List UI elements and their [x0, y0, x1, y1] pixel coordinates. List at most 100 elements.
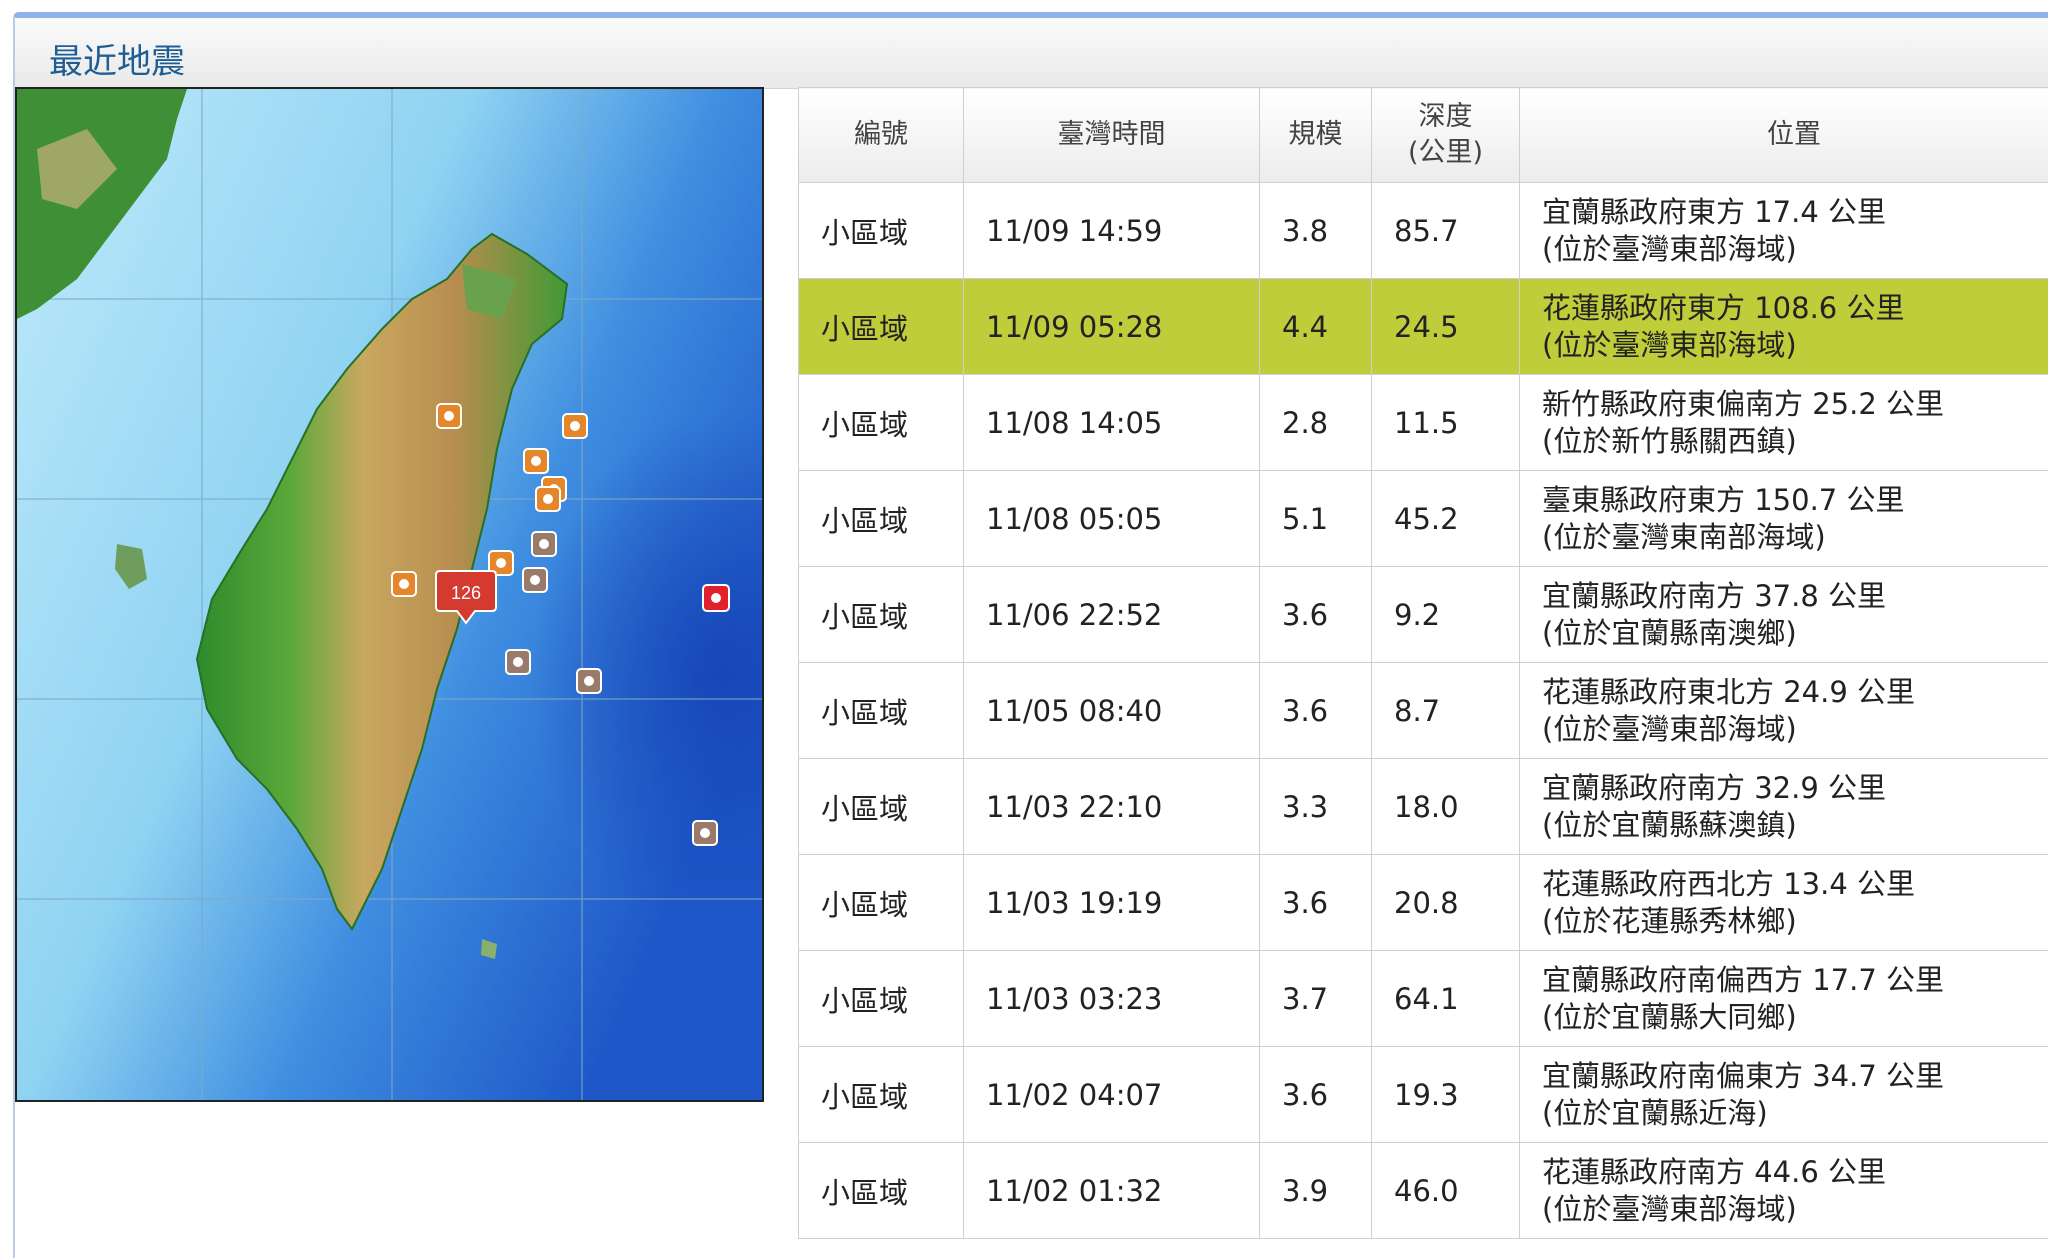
location-region: (位於花蓮縣秀林鄉) — [1542, 903, 2048, 940]
table-row[interactable]: 小區域11/08 05:055.145.2臺東縣政府東方 150.7 公里(位於… — [799, 471, 2048, 567]
table-row[interactable]: 小區域11/02 04:073.619.3宜蘭縣政府南偏東方 34.7 公里(位… — [799, 1047, 2048, 1143]
earthquake-marker[interactable] — [523, 568, 547, 592]
table-body: 小區域11/09 14:593.885.7宜蘭縣政府東方 17.4 公里(位於臺… — [799, 183, 2048, 1239]
cell-depth: 45.2 — [1372, 471, 1520, 567]
cell-location: 花蓮縣政府東北方 24.9 公里(位於臺灣東部海域) — [1520, 663, 2048, 759]
cell-time: 11/08 05:05 — [964, 471, 1260, 567]
table-row[interactable]: 小區域11/03 19:193.620.8花蓮縣政府西北方 13.4 公里(位於… — [799, 855, 2048, 951]
cell-type: 小區域 — [799, 1143, 964, 1239]
earthquake-marker[interactable] — [577, 669, 601, 693]
cell-magnitude: 3.8 — [1260, 183, 1372, 279]
cell-type: 小區域 — [799, 567, 964, 663]
cell-time: 11/03 19:19 — [964, 855, 1260, 951]
location-description: 宜蘭縣政府南方 32.9 公里 — [1542, 770, 2048, 807]
cell-location: 新竹縣政府東偏南方 25.2 公里(位於新竹縣關西鎮) — [1520, 375, 2048, 471]
location-description: 花蓮縣政府西北方 13.4 公里 — [1542, 866, 2048, 903]
location-region: (位於臺灣東南部海域) — [1542, 519, 2048, 556]
location-description: 宜蘭縣政府東方 17.4 公里 — [1542, 194, 2048, 231]
table-row[interactable]: 小區域11/05 08:403.68.7花蓮縣政府東北方 24.9 公里(位於臺… — [799, 663, 2048, 759]
cell-depth: 24.5 — [1372, 279, 1520, 375]
map-canvas: 126 — [17, 89, 762, 1100]
location-region: (位於臺灣東部海域) — [1542, 231, 2048, 268]
cell-time: 11/02 01:32 — [964, 1143, 1260, 1239]
cell-time: 11/05 08:40 — [964, 663, 1260, 759]
cell-magnitude: 3.6 — [1260, 1047, 1372, 1143]
cell-type: 小區域 — [799, 183, 964, 279]
table-row[interactable]: 小區域11/06 22:523.69.2宜蘭縣政府南方 37.8 公里(位於宜蘭… — [799, 567, 2048, 663]
table-header-row: 編號 臺灣時間 規模 深度 (公里) 位置 — [799, 88, 2048, 183]
cell-depth: 9.2 — [1372, 567, 1520, 663]
earthquake-marker[interactable] — [563, 414, 587, 438]
badge-label: 126 — [451, 583, 481, 603]
table-row[interactable]: 小區域11/09 05:284.424.5花蓮縣政府東方 108.6 公里(位於… — [799, 279, 2048, 375]
cell-location: 花蓮縣政府東方 108.6 公里(位於臺灣東部海域) — [1520, 279, 2048, 375]
location-region: (位於臺灣東部海域) — [1542, 1191, 2048, 1228]
cell-magnitude: 2.8 — [1260, 375, 1372, 471]
location-region: (位於臺灣東部海域) — [1542, 327, 2048, 364]
cell-location: 宜蘭縣政府南偏東方 34.7 公里(位於宜蘭縣近海) — [1520, 1047, 2048, 1143]
table-row[interactable]: 小區域11/08 14:052.811.5新竹縣政府東偏南方 25.2 公里(位… — [799, 375, 2048, 471]
location-description: 花蓮縣政府東北方 24.9 公里 — [1542, 674, 2048, 711]
cell-depth: 18.0 — [1372, 759, 1520, 855]
table-row[interactable]: 小區域11/03 03:233.764.1宜蘭縣政府南偏西方 17.7 公里(位… — [799, 951, 2048, 1047]
location-description: 臺東縣政府東方 150.7 公里 — [1542, 482, 2048, 519]
cell-depth: 46.0 — [1372, 1143, 1520, 1239]
cell-time: 11/08 14:05 — [964, 375, 1260, 471]
cell-type: 小區域 — [799, 663, 964, 759]
cell-time: 11/03 03:23 — [964, 951, 1260, 1047]
cell-location: 花蓮縣政府南方 44.6 公里(位於臺灣東部海域) — [1520, 1143, 2048, 1239]
cell-type: 小區域 — [799, 951, 964, 1047]
earthquake-table: 編號 臺灣時間 規模 深度 (公里) 位置 小區域11/09 14:593.88… — [798, 87, 2048, 1239]
cell-depth: 85.7 — [1372, 183, 1520, 279]
header-depth-line1: 深度 — [1372, 99, 1519, 135]
cell-location: 宜蘭縣政府南偏西方 17.7 公里(位於宜蘭縣大同鄉) — [1520, 951, 2048, 1047]
cell-magnitude: 3.6 — [1260, 567, 1372, 663]
earthquake-marker[interactable] — [392, 572, 416, 596]
header-depth-line2: (公里) — [1372, 135, 1519, 171]
cell-magnitude: 3.6 — [1260, 663, 1372, 759]
location-description: 宜蘭縣政府南偏東方 34.7 公里 — [1542, 1058, 2048, 1095]
earthquake-map[interactable]: 126 — [15, 87, 764, 1102]
earthquake-marker[interactable] — [437, 404, 461, 428]
cell-location: 臺東縣政府東方 150.7 公里(位於臺灣東南部海域) — [1520, 471, 2048, 567]
earthquake-marker[interactable] — [693, 821, 717, 845]
location-region: (位於宜蘭縣近海) — [1542, 1095, 2048, 1132]
earthquake-marker[interactable] — [524, 449, 548, 473]
cell-depth: 11.5 — [1372, 375, 1520, 471]
cell-depth: 19.3 — [1372, 1047, 1520, 1143]
cell-type: 小區域 — [799, 855, 964, 951]
cell-type: 小區域 — [799, 375, 964, 471]
location-description: 花蓮縣政府南方 44.6 公里 — [1542, 1154, 2048, 1191]
header-id[interactable]: 編號 — [799, 88, 964, 183]
location-region: (位於臺灣東部海域) — [1542, 711, 2048, 748]
header-depth[interactable]: 深度 (公里) — [1372, 88, 1520, 183]
earthquake-marker[interactable] — [532, 532, 556, 556]
location-region: (位於宜蘭縣南澳鄉) — [1542, 615, 2048, 652]
cell-type: 小區域 — [799, 471, 964, 567]
panel-title: 最近地震 — [49, 34, 185, 83]
location-region: (位於新竹縣關西鎮) — [1542, 423, 2048, 460]
cell-depth: 8.7 — [1372, 663, 1520, 759]
cell-time: 11/09 05:28 — [964, 279, 1260, 375]
header-magnitude[interactable]: 規模 — [1260, 88, 1372, 183]
location-description: 新竹縣政府東偏南方 25.2 公里 — [1542, 386, 2048, 423]
cell-magnitude: 5.1 — [1260, 471, 1372, 567]
table-row[interactable]: 小區域11/02 01:323.946.0花蓮縣政府南方 44.6 公里(位於臺… — [799, 1143, 2048, 1239]
earthquake-marker[interactable] — [506, 650, 530, 674]
header-location[interactable]: 位置 — [1520, 88, 2048, 183]
cell-time: 11/03 22:10 — [964, 759, 1260, 855]
cell-type: 小區域 — [799, 279, 964, 375]
table-row[interactable]: 小區域11/03 22:103.318.0宜蘭縣政府南方 32.9 公里(位於宜… — [799, 759, 2048, 855]
cell-location: 花蓮縣政府西北方 13.4 公里(位於花蓮縣秀林鄉) — [1520, 855, 2048, 951]
header-time[interactable]: 臺灣時間 — [964, 88, 1260, 183]
cell-magnitude: 4.4 — [1260, 279, 1372, 375]
table-row[interactable]: 小區域11/09 14:593.885.7宜蘭縣政府東方 17.4 公里(位於臺… — [799, 183, 2048, 279]
location-description: 花蓮縣政府東方 108.6 公里 — [1542, 290, 2048, 327]
cell-type: 小區域 — [799, 1047, 964, 1143]
earthquake-marker-latest[interactable] — [703, 585, 729, 611]
earthquake-marker[interactable] — [536, 487, 560, 511]
cell-depth: 20.8 — [1372, 855, 1520, 951]
cell-time: 11/02 04:07 — [964, 1047, 1260, 1143]
cell-time: 11/09 14:59 — [964, 183, 1260, 279]
cell-location: 宜蘭縣政府東方 17.4 公里(位於臺灣東部海域) — [1520, 183, 2048, 279]
